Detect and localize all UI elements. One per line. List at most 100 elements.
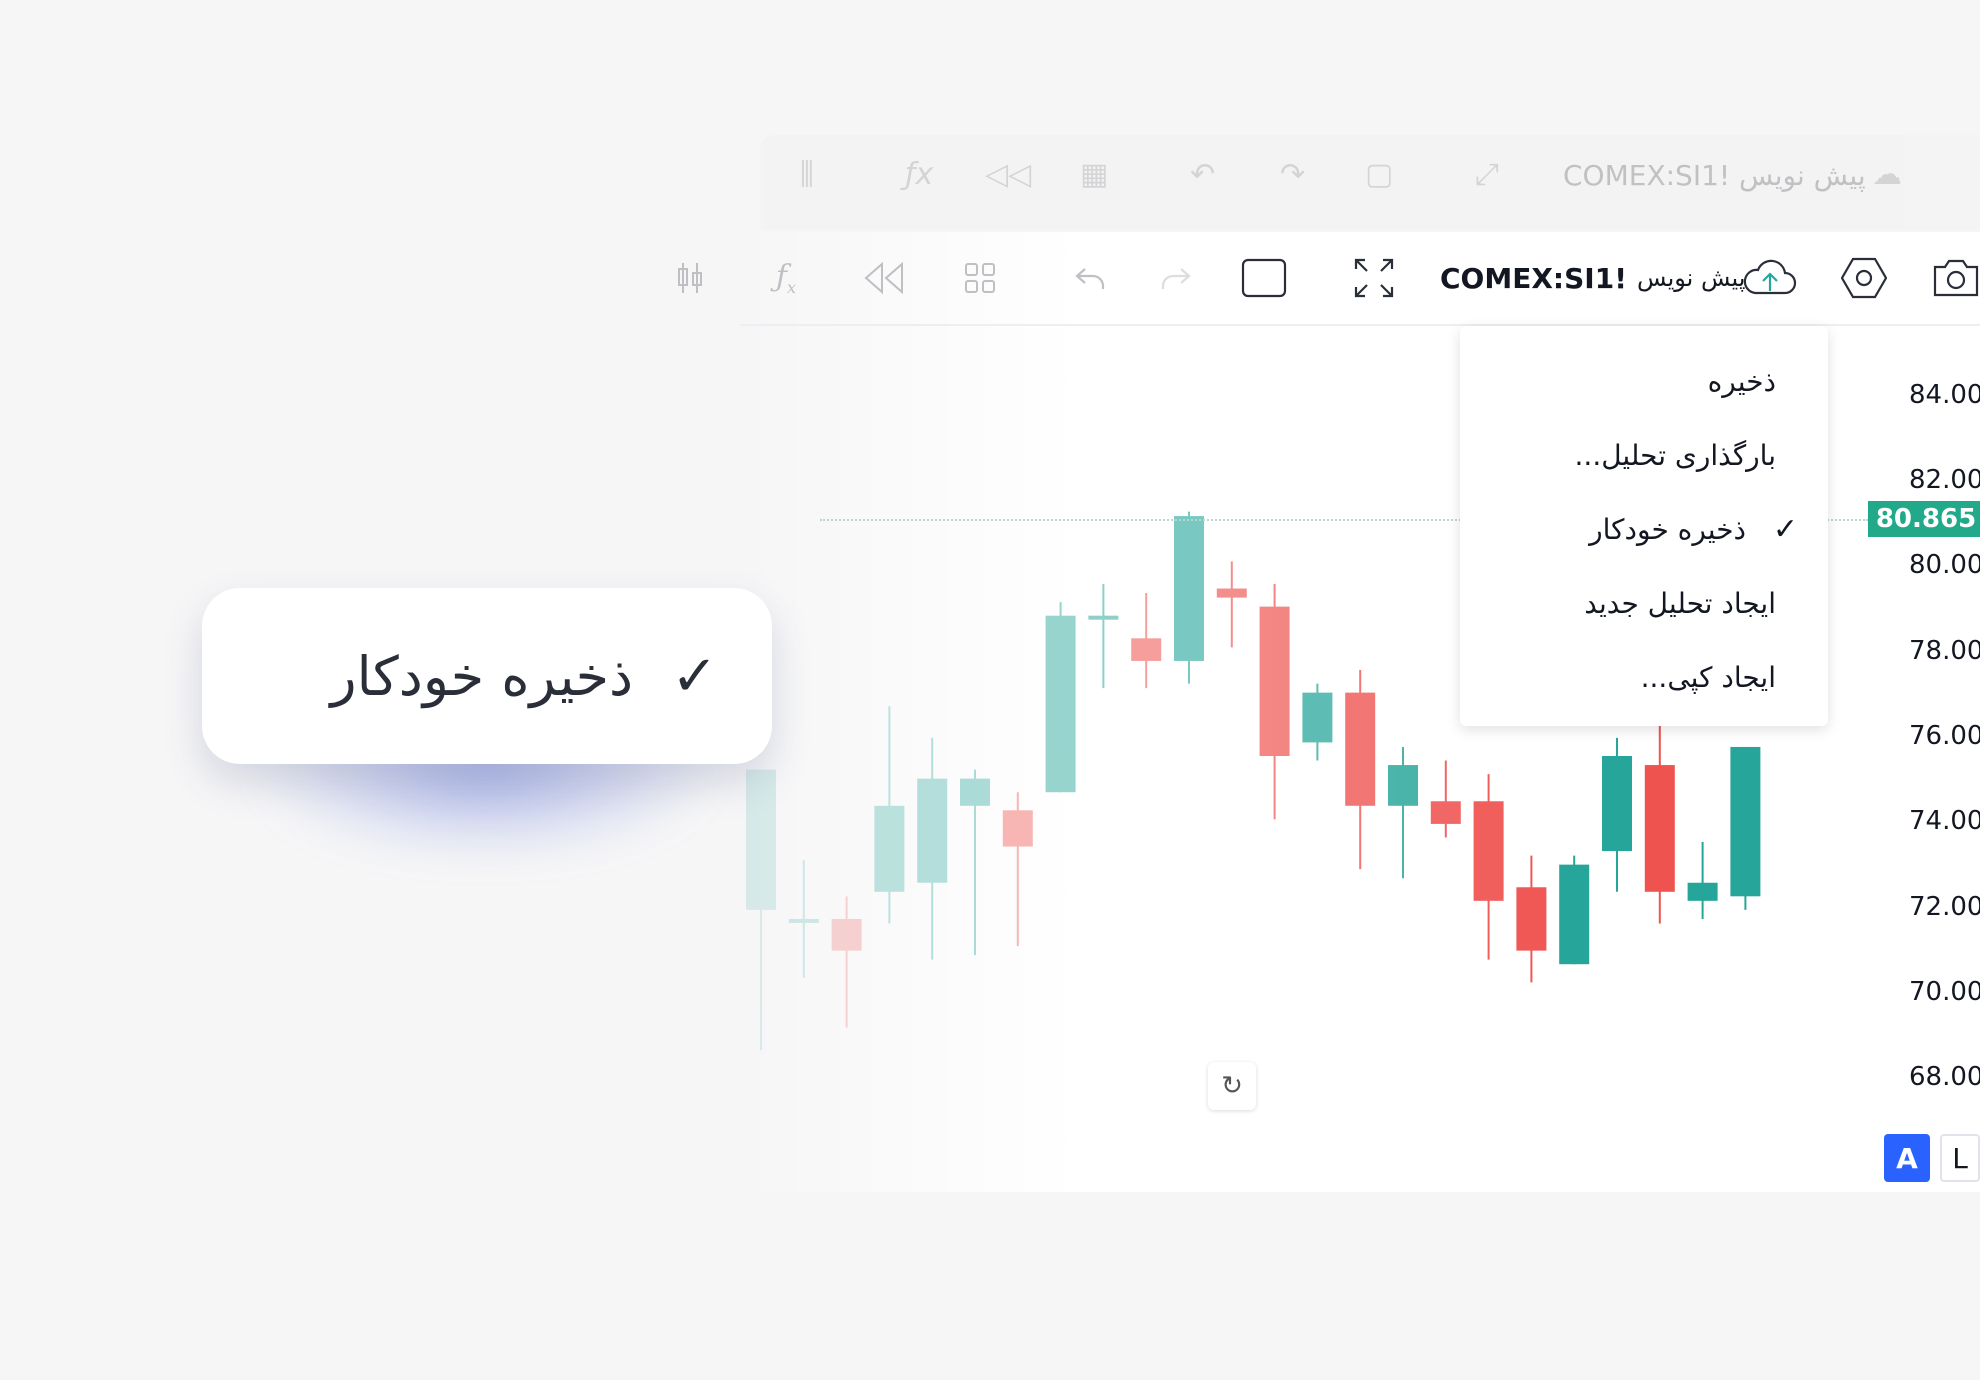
candles-icon bbox=[678, 263, 702, 293]
chart-window: ƒx COMEX:SI1! پیش نویس 84.00 82.00 80.00… bbox=[678, 232, 1980, 1192]
candle bbox=[788, 860, 819, 978]
undo-icon: ↶ bbox=[1190, 157, 1216, 192]
layout-button[interactable] bbox=[954, 252, 1006, 304]
candles-button[interactable] bbox=[664, 252, 716, 304]
ghost-chart-title: COMEX:SI1! پیش نویس bbox=[1563, 159, 1866, 192]
candle-body bbox=[960, 778, 990, 806]
window-button[interactable] bbox=[1238, 252, 1290, 304]
candle bbox=[960, 769, 990, 956]
menu-item-label: ذخیره خودکار bbox=[1589, 512, 1746, 546]
candle-body bbox=[1345, 692, 1376, 806]
candle-body bbox=[1174, 516, 1204, 661]
settings-button[interactable] bbox=[1838, 252, 1890, 304]
settings-icon bbox=[1841, 257, 1887, 299]
candle-body bbox=[788, 918, 819, 923]
indicators-icon: ƒx bbox=[775, 259, 797, 297]
candle-body bbox=[1602, 756, 1632, 852]
reset-icon: ↻ bbox=[1221, 1071, 1243, 1101]
price-tick: 68.000 bbox=[1909, 1062, 1980, 1092]
candle bbox=[1388, 746, 1418, 879]
fullscreen-button[interactable] bbox=[1348, 252, 1400, 304]
price-axis[interactable]: 84.000 82.000 80.000 78.000 76.000 74.00… bbox=[1868, 326, 1980, 1186]
reset-chart-button[interactable]: ↻ bbox=[1208, 1062, 1256, 1110]
candle-body bbox=[746, 769, 776, 910]
candle-body bbox=[1216, 588, 1247, 598]
candle-body bbox=[1388, 765, 1418, 806]
window-icon: ▢ bbox=[1365, 157, 1394, 192]
candle-body bbox=[1302, 692, 1333, 743]
candle bbox=[1216, 561, 1247, 648]
undo-icon bbox=[1075, 268, 1105, 289]
candle bbox=[1045, 602, 1076, 793]
candle-body bbox=[917, 778, 948, 883]
price-tick: 78.000 bbox=[1909, 636, 1980, 666]
replay-button[interactable] bbox=[858, 252, 910, 304]
ghost-subtitle: پیش نویس bbox=[1739, 159, 1866, 192]
menu-item-autosave[interactable]: ✓ ذخیره خودکار bbox=[1460, 492, 1828, 566]
cloud-upload-icon bbox=[1743, 259, 1797, 295]
menu-item-label: ایجاد تحلیل جدید bbox=[1584, 586, 1776, 620]
fullscreen-icon bbox=[1354, 258, 1394, 298]
camera-icon bbox=[1933, 259, 1979, 297]
menu-item-label: ذخیره bbox=[1707, 364, 1776, 398]
candles-icon: ⫼ bbox=[800, 157, 814, 192]
price-tick: 84.000 bbox=[1909, 380, 1980, 410]
menu-item-make-copy[interactable]: ایجاد کپی... bbox=[1460, 640, 1828, 714]
indicators-button[interactable]: ƒx bbox=[760, 252, 812, 304]
price-tick: 70.000 bbox=[1909, 977, 1980, 1007]
indicators-icon: ƒx bbox=[905, 157, 934, 192]
candle bbox=[1687, 842, 1718, 919]
layout-icon: ▦ bbox=[1080, 157, 1109, 192]
candle bbox=[1259, 584, 1290, 820]
undo-button[interactable] bbox=[1064, 252, 1116, 304]
candle bbox=[1174, 511, 1204, 684]
candle bbox=[1559, 855, 1590, 965]
cloud-save-button[interactable] bbox=[1740, 252, 1800, 304]
price-tick: 76.000 bbox=[1909, 721, 1980, 751]
auto-scale-button[interactable]: A bbox=[1884, 1134, 1930, 1182]
candle bbox=[1345, 670, 1376, 870]
candle bbox=[917, 737, 948, 960]
price-tick: 72.000 bbox=[1909, 892, 1980, 922]
background-toolbar-ghost: ⫼ ƒx ◁◁ ▦ ↶ ↷ ▢ ⤢ COMEX:SI1! پیش نویس ☁ bbox=[760, 135, 1980, 230]
layout-icon bbox=[965, 263, 995, 293]
replay-icon bbox=[864, 261, 903, 295]
candle bbox=[1730, 746, 1761, 910]
draft-label: پیش نویس bbox=[1636, 264, 1746, 292]
candle-body bbox=[1131, 638, 1162, 661]
candle bbox=[1473, 774, 1504, 960]
callout-label: ذخیره خودکار bbox=[330, 644, 634, 708]
candle bbox=[874, 706, 905, 924]
check-icon: ✓ bbox=[671, 643, 718, 709]
candle-body bbox=[1559, 864, 1590, 965]
screenshot-button[interactable] bbox=[1930, 252, 1980, 304]
cloud-save-icon: ☁ bbox=[1872, 157, 1902, 192]
menu-item-label: بارگذاری تحلیل... bbox=[1574, 438, 1776, 472]
redo-button[interactable] bbox=[1150, 252, 1202, 304]
ghost-symbol: COMEX:SI1! bbox=[1563, 159, 1731, 192]
candle-body bbox=[1644, 765, 1675, 892]
candle-body bbox=[1430, 801, 1461, 824]
replay-icon: ◁◁ bbox=[985, 157, 1032, 192]
candle bbox=[831, 896, 862, 1028]
menu-item-new-analysis[interactable]: ایجاد تحلیل جدید bbox=[1460, 566, 1828, 640]
check-icon: ✓ bbox=[1772, 511, 1798, 547]
candle bbox=[1131, 593, 1162, 689]
menu-item-load-analysis[interactable]: بارگذاری تحلیل... bbox=[1460, 418, 1828, 492]
redo-icon: ↷ bbox=[1280, 157, 1306, 192]
price-tick: 74.000 bbox=[1909, 806, 1980, 836]
top-toolbar: ƒx COMEX:SI1! پیش نویس bbox=[678, 232, 1980, 326]
chart-symbol: COMEX:SI1! bbox=[1440, 261, 1627, 295]
candle-body bbox=[1045, 615, 1076, 793]
last-price-label: 80.865 bbox=[1868, 501, 1980, 537]
log-scale-button[interactable]: L bbox=[1940, 1134, 1980, 1182]
menu-item-label: ایجاد کپی... bbox=[1640, 660, 1776, 694]
candle bbox=[746, 769, 776, 1051]
candle-body bbox=[1516, 887, 1547, 951]
candle bbox=[1088, 584, 1119, 689]
candle-body bbox=[1730, 746, 1761, 897]
chart-title[interactable]: COMEX:SI1! پیش نویس bbox=[1440, 252, 1745, 304]
menu-item-save[interactable]: ذخیره bbox=[1460, 344, 1828, 418]
candle bbox=[1602, 737, 1632, 892]
price-tick: 82.000 bbox=[1909, 465, 1980, 495]
